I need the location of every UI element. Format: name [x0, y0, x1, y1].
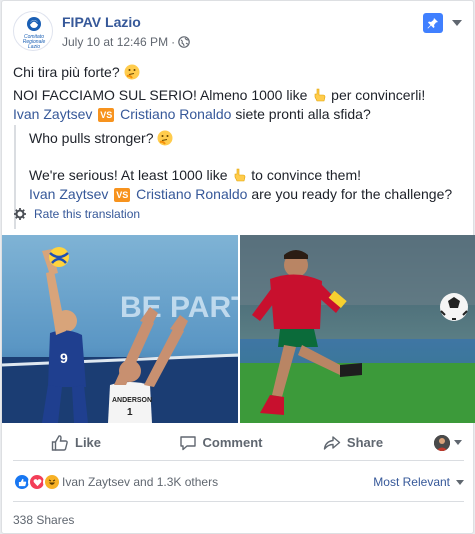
- post-as-selector[interactable]: [434, 434, 464, 451]
- post-text-line-2: NOI FACCIAMO SUL SERIO! Almeno 1000 like…: [13, 86, 463, 105]
- translation-line-3: Ivan Zaytsev VS Cristiano Ronaldo are yo…: [29, 185, 452, 204]
- comment-icon: [179, 435, 196, 450]
- comment-sort-label: Most Relevant: [373, 475, 450, 489]
- comment-label: Comment: [202, 435, 263, 450]
- page-avatar[interactable]: Comitato Regionale Lazio: [13, 11, 53, 51]
- chevron-down-icon: [452, 20, 462, 26]
- translation-mention-cristiano-ronaldo[interactable]: Cristiano Ronaldo: [136, 186, 247, 202]
- translation-serious: We're serious! At least 1000 like: [29, 167, 228, 183]
- svg-text:1: 1: [127, 407, 133, 418]
- haha-reaction-icon: [43, 473, 61, 491]
- post-timestamp[interactable]: July 10 at 12:46 PM: [62, 35, 168, 49]
- post-text-convince: per convincerli!: [331, 87, 426, 103]
- chevron-down-icon: [456, 479, 464, 485]
- post-text-line-3: Ivan Zaytsev VS Cristiano Ronaldo siete …: [13, 105, 463, 124]
- svg-text:Lazio: Lazio: [28, 44, 40, 50]
- photo-grid: BE PART 9 ANDERSON 1: [2, 235, 475, 423]
- zaytsev-volleyball-photo[interactable]: BE PART 9 ANDERSON 1: [2, 235, 238, 423]
- profile-picture-icon: [434, 434, 450, 451]
- share-button[interactable]: Share: [293, 427, 413, 459]
- pointing-finger-emoji-icon: [314, 88, 326, 102]
- meta-separator: ·: [171, 35, 176, 49]
- thinking-emoji-icon: [157, 130, 173, 146]
- share-label: Share: [346, 435, 384, 450]
- translation-line-1: Who pulls stronger?: [29, 129, 173, 148]
- share-arrow-icon: [323, 435, 341, 450]
- translation-convince: to convince them!: [251, 167, 362, 183]
- mention-cristiano-ronaldo[interactable]: Cristiano Ronaldo: [120, 106, 231, 122]
- translation-question: Who pulls stronger?: [29, 130, 154, 146]
- like-button[interactable]: Like: [13, 427, 148, 459]
- mention-ivan-zaytsev[interactable]: Ivan Zaytsev: [13, 106, 92, 122]
- translation-line-2: We're serious! At least 1000 like to con…: [29, 166, 361, 185]
- vs-emoji-icon: VS: [114, 188, 131, 202]
- fipav-logo-icon: Comitato Regionale Lazio: [23, 17, 45, 50]
- viewer-avatar: [434, 434, 450, 451]
- pointing-finger-emoji-icon: [235, 168, 246, 182]
- translation-challenge: are you ready for the challenge?: [251, 186, 453, 202]
- post-text-challenge: siete pronti alla sfida?: [235, 106, 371, 122]
- reactions-summary-row: Ivan Zaytsev and 1.3K others Most Releva…: [13, 469, 464, 495]
- thumbs-up-icon: [51, 434, 68, 451]
- pin-icon: [427, 18, 438, 29]
- section-divider: [13, 501, 464, 502]
- vs-emoji-icon: VS: [98, 108, 115, 122]
- thinking-emoji-icon: [124, 64, 139, 80]
- comment-button[interactable]: Comment: [148, 427, 293, 459]
- reactions-summary-text[interactable]: Ivan Zaytsev and 1.3K others: [62, 475, 218, 489]
- post-actions-bar: Like Comment Share: [13, 425, 464, 461]
- post-options-button[interactable]: [449, 15, 465, 31]
- volleyball-spike-image: BE PART 9 ANDERSON 1: [2, 235, 238, 423]
- ronaldo-football-photo[interactable]: [240, 235, 475, 423]
- globe-icon[interactable]: [178, 36, 190, 48]
- like-label: Like: [75, 435, 102, 450]
- shares-count[interactable]: 338 Shares: [13, 513, 74, 527]
- page-name-link[interactable]: FIPAV Lazio: [62, 14, 141, 30]
- post-meta: July 10 at 12:46 PM ·: [62, 35, 190, 49]
- gear-icon[interactable]: [14, 208, 26, 220]
- post-text-question: Chi tira più forte?: [13, 64, 120, 80]
- chevron-down-icon: [454, 440, 462, 445]
- football-kick-image: [240, 235, 475, 423]
- reaction-icons[interactable]: [13, 473, 61, 491]
- svg-text:9: 9: [60, 350, 68, 366]
- post-text-serious: NOI FACCIAMO SUL SERIO! Almeno 1000 like: [13, 87, 308, 103]
- post-card: Comitato Regionale Lazio FIPAV Lazio Jul…: [1, 0, 475, 534]
- post-header: Comitato Regionale Lazio FIPAV Lazio Jul…: [13, 11, 465, 55]
- rate-translation-link[interactable]: Rate this translation: [34, 207, 140, 221]
- rate-translation: Rate this translation: [14, 207, 140, 221]
- pin-button[interactable]: [423, 13, 443, 33]
- svg-text:ANDERSON: ANDERSON: [112, 397, 152, 404]
- translation-mention-ivan-zaytsev[interactable]: Ivan Zaytsev: [29, 186, 108, 202]
- comment-sort-dropdown[interactable]: Most Relevant: [373, 475, 464, 489]
- post-text-line-1: Chi tira più forte?: [13, 63, 463, 82]
